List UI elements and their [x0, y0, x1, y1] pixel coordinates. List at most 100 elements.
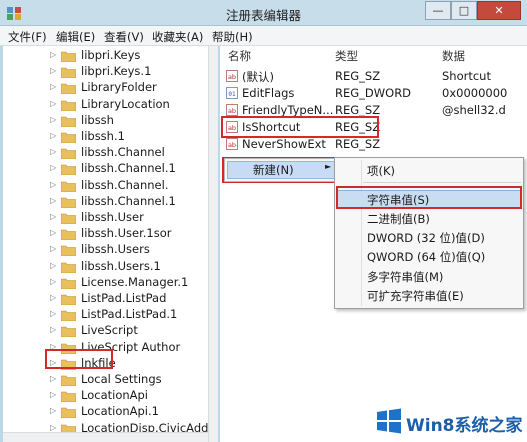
column-header-name[interactable]: 名称 — [228, 48, 251, 64]
folder-icon — [61, 132, 76, 143]
expand-arrow-icon[interactable]: ▷ — [50, 115, 56, 124]
value-type: REG_DWORD — [335, 86, 412, 100]
maximize-button[interactable]: □ — [451, 1, 477, 20]
table-row[interactable]: 01 EditFlags REG_DWORD 0x0000000 — [220, 85, 527, 102]
submenu-item-label: 项(K) — [367, 164, 396, 178]
tree-item[interactable]: ▷ ListPad.ListPad.1 — [3, 307, 217, 323]
tree-item-label: libssh.User.1sor — [81, 226, 172, 241]
submenu-item-label: 可扩充字符串值(E) — [367, 289, 464, 303]
table-row[interactable]: ab (默认) REG_SZ Shortcut — [220, 68, 527, 85]
table-row[interactable]: ab NeverShowExt REG_SZ — [220, 136, 527, 153]
menu-bar: 文件(F) 编辑(E) 查看(V) 收藏夹(A) 帮助(H) — [0, 26, 527, 46]
expand-arrow-icon[interactable]: ▷ — [50, 293, 56, 302]
expand-arrow-icon[interactable]: ▷ — [50, 180, 56, 189]
tree-item-label: libpri.Keys.1 — [81, 64, 152, 79]
expand-arrow-icon[interactable]: ▷ — [50, 390, 56, 399]
column-header-type[interactable]: 类型 — [335, 48, 358, 64]
tree-item[interactable]: ▷ libssh.Channel.1 — [3, 161, 217, 177]
tree-item-label: LibraryLocation — [81, 96, 170, 111]
minimize-button[interactable]: — — [425, 1, 451, 20]
tree-horizontal-scrollbar[interactable] — [3, 432, 208, 442]
new-submenu: 项(K) 字符串值(S) 二进制值(B) DWORD (32 位)值(D) QWORD… — [334, 157, 524, 309]
menu-view[interactable]: 查看(V) — [104, 29, 144, 45]
menu-help[interactable]: 帮助(H) — [212, 29, 253, 45]
expand-arrow-icon[interactable]: ▷ — [50, 374, 56, 383]
submenu-item-label: DWORD (32 位)值(D) — [367, 231, 485, 245]
folder-icon — [61, 165, 76, 176]
tree-item[interactable]: ▷ libssh — [3, 113, 217, 129]
highlight-lnkfile — [45, 349, 113, 369]
tree-item[interactable]: ▷ LibraryFolder — [3, 80, 217, 96]
string-value-icon: ab — [226, 138, 238, 150]
tree-item[interactable]: ▷ libpri.Keys.1 — [3, 64, 217, 80]
tree-item-label: LocationApi.1 — [81, 404, 159, 419]
title-bar: 注册表编辑器 — □ ✕ — [0, 0, 527, 26]
submenu-item[interactable]: 多字符串值(M) — [335, 266, 523, 286]
tree-item[interactable]: ▷ License.Manager.1 — [3, 274, 217, 291]
expand-arrow-icon[interactable]: ▷ — [50, 99, 56, 108]
expand-arrow-icon[interactable]: ▷ — [50, 244, 56, 253]
submenu-item[interactable]: 可扩充字符串值(E) — [335, 285, 523, 305]
expand-arrow-icon[interactable]: ▷ — [50, 196, 56, 205]
tree-item-label: libssh.Channel — [81, 145, 165, 160]
menu-file[interactable]: 文件(F) — [8, 29, 47, 45]
registry-tree[interactable]: ▷ libpri.Keys ▷ libpri.Keys.1 ▷ LibraryFolder… — [3, 46, 218, 442]
tree-item[interactable]: ▷ libssh.Users.1 — [3, 259, 217, 275]
expand-arrow-icon[interactable]: ▷ — [50, 423, 56, 432]
folder-icon — [61, 51, 76, 62]
watermark-logo: Win8系统之家 — [366, 400, 527, 442]
menu-edit[interactable]: 编辑(E) — [56, 29, 95, 45]
submenu-item[interactable]: QWORD (64 位)值(Q) — [335, 246, 523, 266]
expand-arrow-icon[interactable]: ▷ — [50, 261, 56, 270]
expand-arrow-icon[interactable]: ▷ — [50, 406, 56, 415]
expand-arrow-icon[interactable]: ▷ — [50, 277, 56, 286]
tree-item-label: libssh.Users — [81, 242, 150, 257]
folder-icon — [61, 278, 76, 289]
folder-icon — [61, 327, 76, 338]
expand-arrow-icon[interactable]: ▷ — [50, 212, 56, 221]
string-value-icon: ab — [226, 104, 238, 116]
tree-item[interactable]: ▷ libssh.Channel — [3, 145, 217, 161]
tree-item[interactable]: ▷ libssh.Users — [3, 242, 217, 258]
tree-item[interactable]: ▷ libpri.Keys — [3, 48, 217, 64]
expand-arrow-icon[interactable]: ▷ — [50, 131, 56, 140]
submenu-item[interactable]: 二进制值(B) — [335, 208, 523, 228]
menu-favorites[interactable]: 收藏夹(A) — [152, 29, 203, 45]
tree-vertical-scrollbar[interactable] — [208, 46, 218, 442]
expand-arrow-icon[interactable]: ▷ — [50, 325, 56, 334]
expand-arrow-icon[interactable]: ▷ — [50, 309, 56, 318]
tree-item[interactable]: ▷ libssh.Channel. — [3, 178, 217, 194]
submenu-item[interactable]: DWORD (32 位)值(D) — [335, 227, 523, 247]
expand-arrow-icon[interactable]: ▷ — [50, 50, 56, 59]
value-data: @shell32.d — [442, 103, 506, 117]
submenu-item-key[interactable]: 项(K) — [335, 160, 523, 180]
expand-arrow-icon[interactable]: ▷ — [50, 82, 56, 91]
folder-icon — [61, 408, 76, 419]
tree-item-label: LocationApi — [81, 388, 149, 403]
folder-icon — [61, 84, 76, 95]
folder-icon — [61, 310, 76, 322]
submenu-item-label: QWORD (64 位)值(Q) — [367, 250, 486, 264]
tree-item[interactable]: ▷ LocationApi.1 — [3, 404, 217, 420]
tree-item[interactable]: ▷ LiveScript — [3, 323, 217, 339]
tree-item[interactable]: ▷ Local Settings — [3, 372, 217, 388]
tree-item[interactable]: ▷ libssh.User — [3, 210, 217, 226]
expand-arrow-icon[interactable]: ▷ — [50, 228, 56, 237]
column-header-data[interactable]: 数据 — [442, 48, 465, 64]
tree-item-label: License.Manager.1 — [81, 274, 189, 289]
tree-item[interactable]: ▷ LocationApi — [3, 388, 217, 404]
value-name: EditFlags — [242, 86, 295, 100]
tree-item[interactable]: ▷ libssh.1 — [3, 129, 217, 145]
tree-item[interactable]: ▷ libssh.User.1sor — [3, 226, 217, 242]
tree-item[interactable]: ▷ libssh.Channel.1 — [3, 194, 217, 210]
value-data: 0x0000000 — [442, 86, 508, 100]
submenu-arrow-icon: ► — [325, 162, 332, 171]
expand-arrow-icon[interactable]: ▷ — [50, 66, 56, 75]
tree-item[interactable]: ▷ LibraryLocation — [3, 96, 217, 113]
tree-item[interactable]: ▷ ListPad.ListPad — [3, 291, 217, 307]
tree-item-label: libpri.Keys — [81, 48, 141, 62]
expand-arrow-icon[interactable]: ▷ — [50, 163, 56, 172]
close-button[interactable]: ✕ — [477, 1, 521, 20]
expand-arrow-icon[interactable]: ▷ — [50, 147, 56, 156]
value-type: REG_SZ — [335, 69, 381, 83]
